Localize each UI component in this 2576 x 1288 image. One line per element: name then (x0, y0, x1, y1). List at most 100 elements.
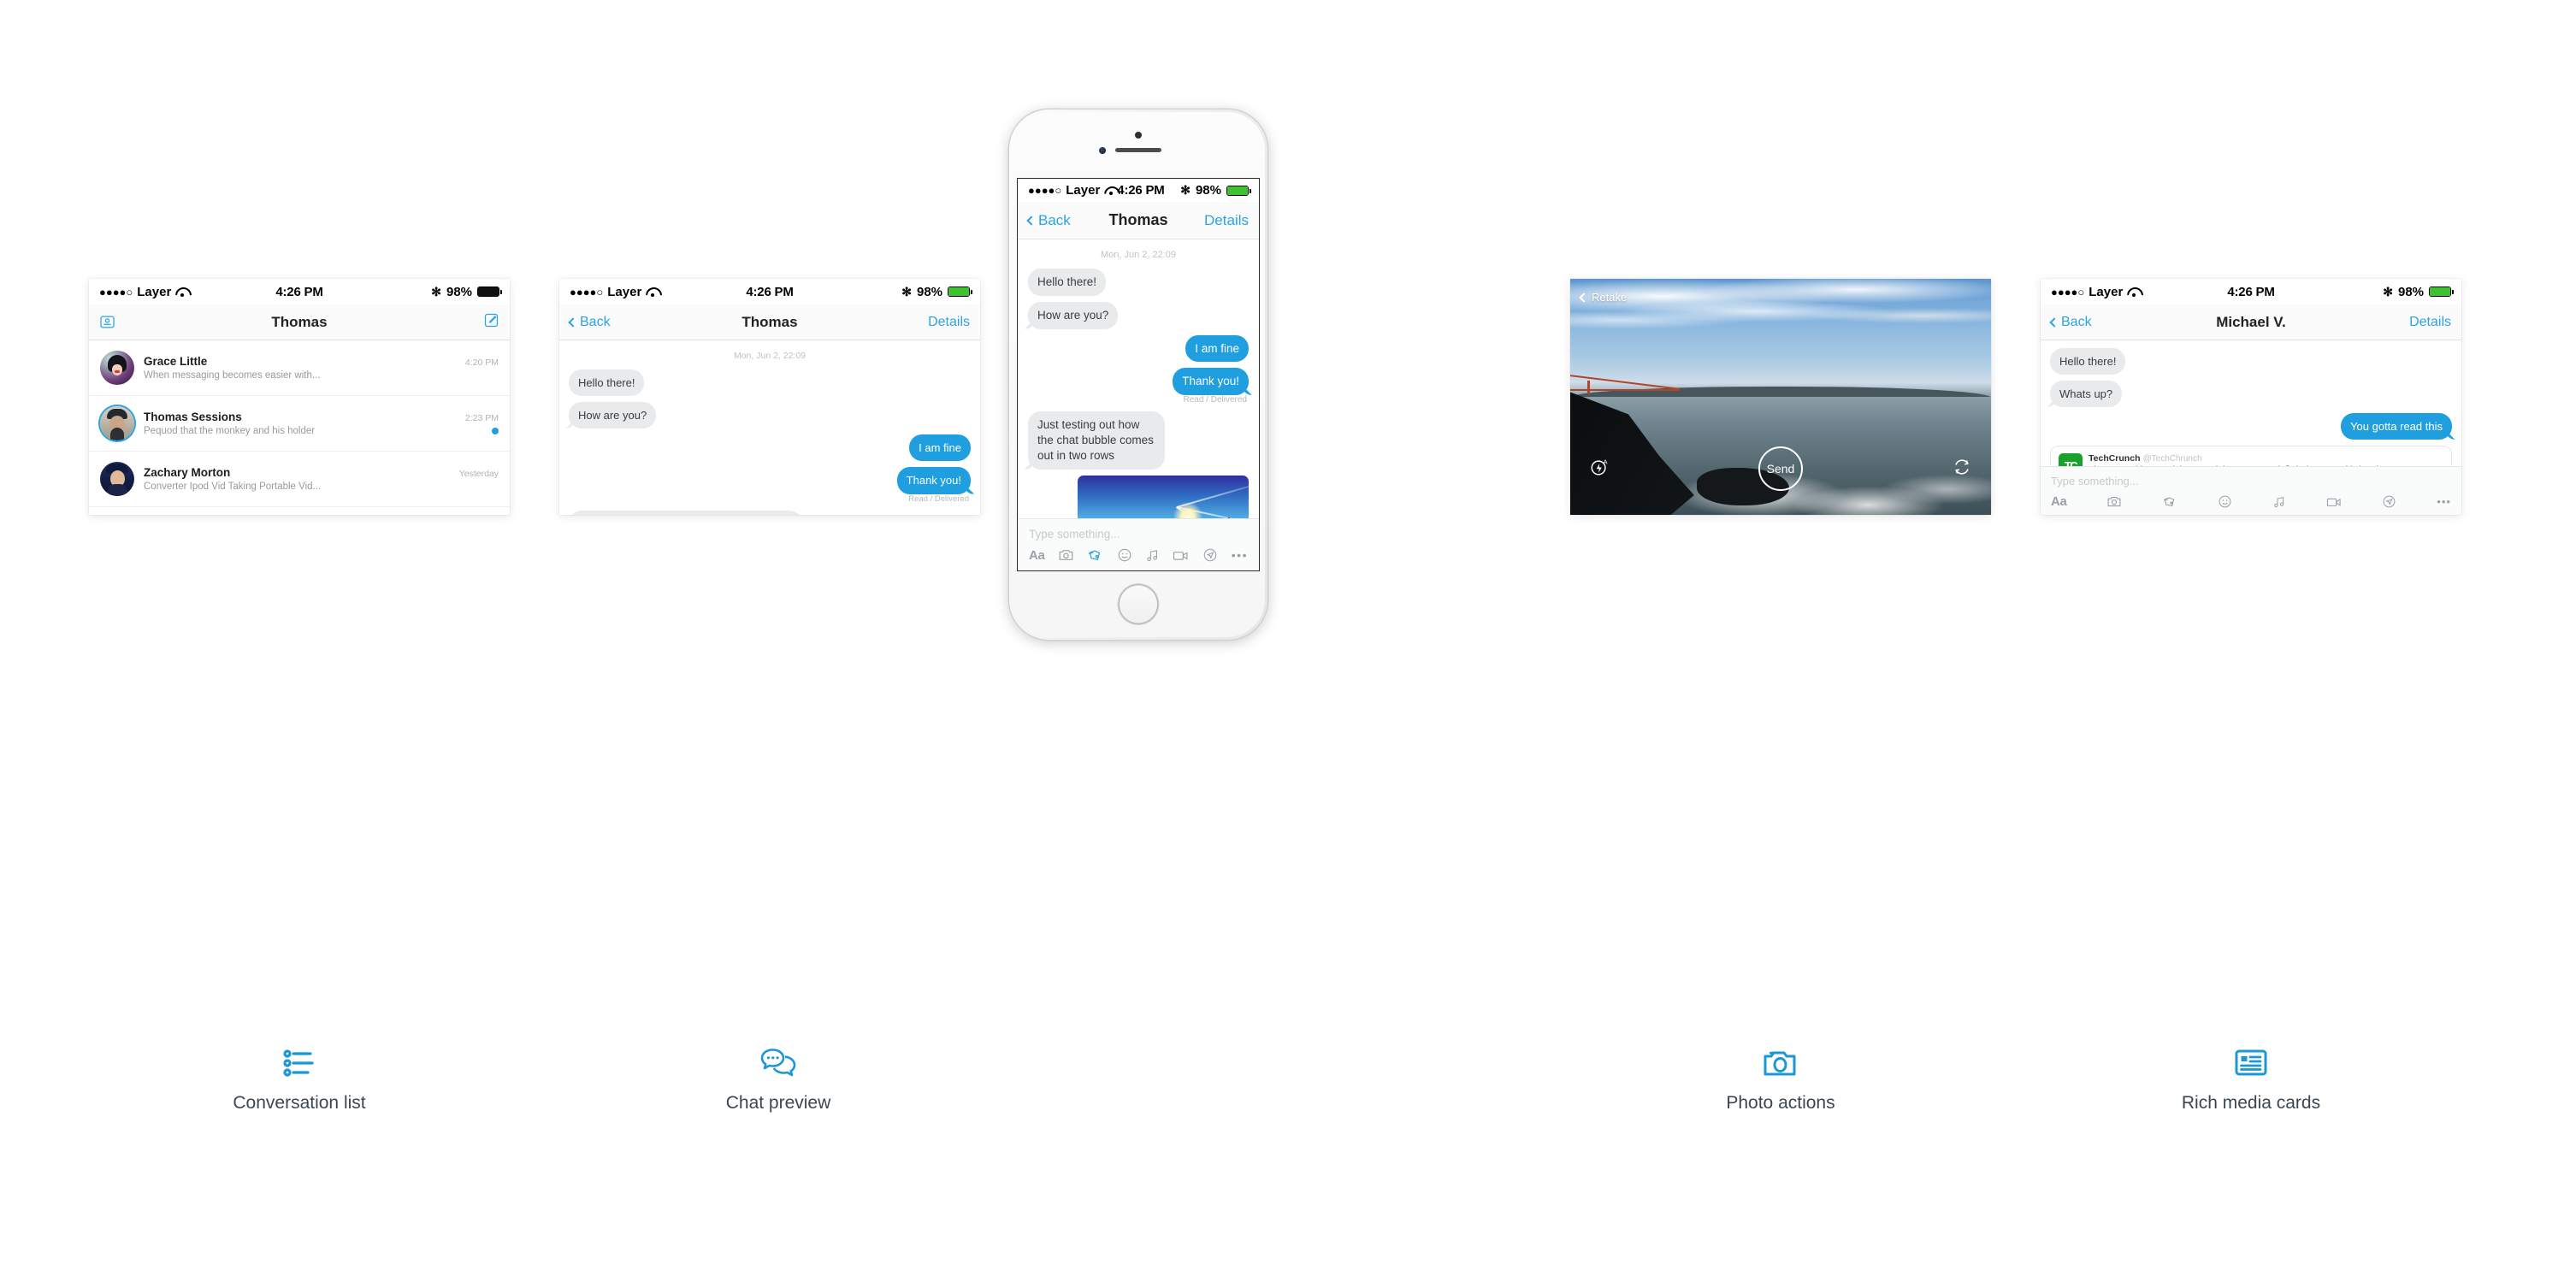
back-label: Back (580, 314, 611, 329)
camera-icon (1652, 1045, 1909, 1081)
status-bar: ●●●●○ Layer 4:26 PM ✻ 98% (2041, 279, 2461, 304)
location-icon[interactable] (2382, 494, 2396, 509)
send-button[interactable]: Send (1758, 446, 1803, 491)
wifi-icon (646, 287, 659, 297)
message-bubble[interactable]: How are you? (569, 402, 657, 429)
message-bubble[interactable]: How are you? (1028, 301, 1119, 329)
message-preview: When messaging becomes easier with... (144, 370, 321, 381)
status-time: 4:26 PM (2227, 284, 2275, 299)
photos-icon[interactable] (2162, 495, 2177, 509)
caption-photo-actions: Photo actions (1652, 1045, 1909, 1114)
caption-label: Photo actions (1726, 1093, 1835, 1113)
golden-gate-bridge (1570, 375, 1680, 395)
avatar (100, 406, 134, 440)
home-button[interactable] (1118, 584, 1159, 624)
emoji-icon[interactable] (2218, 494, 2232, 509)
caption-chat-preview: Chat preview (650, 1045, 907, 1114)
camera-icon[interactable] (1058, 548, 1074, 562)
earpiece-speaker (1115, 148, 1161, 152)
location-icon[interactable] (1202, 547, 1218, 563)
wifi-icon (1104, 186, 1117, 196)
music-icon[interactable] (1145, 548, 1160, 563)
svg-text:A: A (1604, 458, 1608, 465)
list-item[interactable]: Thomas Sessions 2:23 PM Pequod that the … (89, 396, 510, 452)
message-bubble[interactable]: Hello there! (1028, 269, 1107, 296)
details-button[interactable]: Details (2409, 315, 2451, 330)
camera-controls: A Send (1570, 446, 1991, 491)
nav-bar: Back Michael V. Details (2041, 304, 2461, 340)
page-title: Thomas (271, 313, 328, 330)
attachment-toolbar: Aa ••• (1029, 547, 1248, 563)
timestamp: 2:23 PM (464, 413, 499, 423)
list-item[interactable]: Rosalie Duncan Yesterday Dvd Replication… (89, 507, 510, 515)
list-item[interactable]: Grace Little 4:20 PM When messaging beco… (89, 340, 510, 396)
unread-badge (492, 428, 499, 434)
message-input[interactable]: Type something... (1029, 528, 1248, 541)
contacts-card-icon[interactable] (99, 314, 115, 330)
back-button[interactable]: Back (1026, 212, 1071, 229)
message-bubble[interactable]: Just testing out how the chat bubble com… (1028, 411, 1165, 470)
photos-icon[interactable] (1087, 548, 1103, 563)
message-row: Hello there! (1028, 269, 1249, 296)
card-author-name: TechCrunch (2089, 453, 2141, 464)
music-icon[interactable] (2272, 495, 2286, 509)
screen-photo-actions: Retake A Send (1570, 279, 1991, 515)
message-bubble[interactable]: I am fine (1185, 334, 1249, 363)
bluetooth-icon: ✻ (901, 284, 912, 298)
avatar (100, 462, 134, 496)
message-bubble[interactable]: Hello there! (2050, 348, 2126, 375)
details-button[interactable]: Details (1204, 212, 1249, 229)
caption-label: Chat preview (725, 1093, 831, 1113)
message-preview: Pequod that the monkey and his holder (144, 426, 316, 436)
camera-rotate-icon[interactable] (1952, 457, 1972, 482)
message-row: Just testing out how the chat bubble com… (1028, 411, 1249, 470)
message-row: Whats up? (2050, 381, 2452, 408)
caption-conversation-list: Conversation list (171, 1045, 428, 1114)
bluetooth-icon: ✻ (2383, 284, 2393, 298)
retake-label: Retake (1592, 291, 1628, 304)
caption-label: Conversation list (233, 1093, 366, 1113)
back-button[interactable]: Back (2049, 315, 2092, 330)
message-bubble[interactable]: Hello there! (569, 369, 645, 397)
status-bar: ●●●●○ Layer 4:26 PM ✻ 98% (1018, 179, 1259, 202)
flash-auto-icon[interactable]: A (1589, 457, 1610, 482)
retake-button[interactable]: Retake (1579, 291, 1628, 304)
back-button[interactable]: Back (568, 314, 611, 330)
front-camera-icon (1099, 147, 1106, 154)
screen-chat-preview: ●●●●○ Layer 4:26 PM ✻ 98% Back Thomas De… (559, 279, 980, 515)
camera-icon[interactable] (2106, 495, 2122, 508)
avatar (100, 351, 134, 385)
details-button[interactable]: Details (928, 315, 970, 330)
text-format-icon[interactable]: Aa (1029, 548, 1045, 563)
message-bubble[interactable]: Whats up? (2050, 381, 2123, 408)
signal-dots-icon: ●●●●○ (99, 285, 133, 298)
more-icon[interactable]: ••• (1232, 548, 1248, 562)
conversation-list[interactable]: Grace Little 4:20 PM When messaging beco… (89, 340, 510, 515)
list-item[interactable]: Zachary Morton Yesterday Converter Ipod … (89, 452, 510, 507)
message-input[interactable]: Type something... (2051, 475, 2451, 487)
video-icon[interactable] (2326, 496, 2343, 508)
status-time: 4:26 PM (746, 284, 794, 299)
card-author-handle: @TechChrunch (2142, 454, 2202, 464)
wifi-icon (2127, 287, 2140, 297)
more-icon[interactable]: ••• (2437, 495, 2451, 508)
chevron-left-icon (568, 316, 578, 328)
bluetooth-icon: ✻ (431, 284, 441, 298)
message-preview: Converter Ipod Vid Taking Portable Vid..… (144, 482, 322, 492)
battery-percent: 98% (916, 284, 943, 299)
message-bubble[interactable]: Just testing out how the chat bubble com… (569, 510, 802, 515)
card-author: TechCrunch @TechChrunch (2089, 453, 2443, 464)
message-bubble[interactable]: Thank you! (896, 467, 971, 494)
text-format-icon[interactable]: Aa (2051, 494, 2067, 509)
contact-name: Thomas Sessions (144, 411, 242, 423)
video-icon[interactable] (1173, 549, 1190, 562)
emoji-icon[interactable] (1117, 547, 1132, 563)
compose-icon[interactable] (483, 312, 499, 333)
carrier-label: Layer (1066, 183, 1101, 198)
read-receipt: Read / Delivered (908, 493, 969, 504)
caption-rich-media-cards: Rich media cards (2123, 1045, 2379, 1114)
message-bubble[interactable]: Thank you! (1173, 368, 1249, 396)
message-bubble[interactable]: You gotta read this (2341, 413, 2452, 440)
message-row: I am fine (569, 434, 971, 462)
message-bubble[interactable]: I am fine (909, 434, 971, 462)
